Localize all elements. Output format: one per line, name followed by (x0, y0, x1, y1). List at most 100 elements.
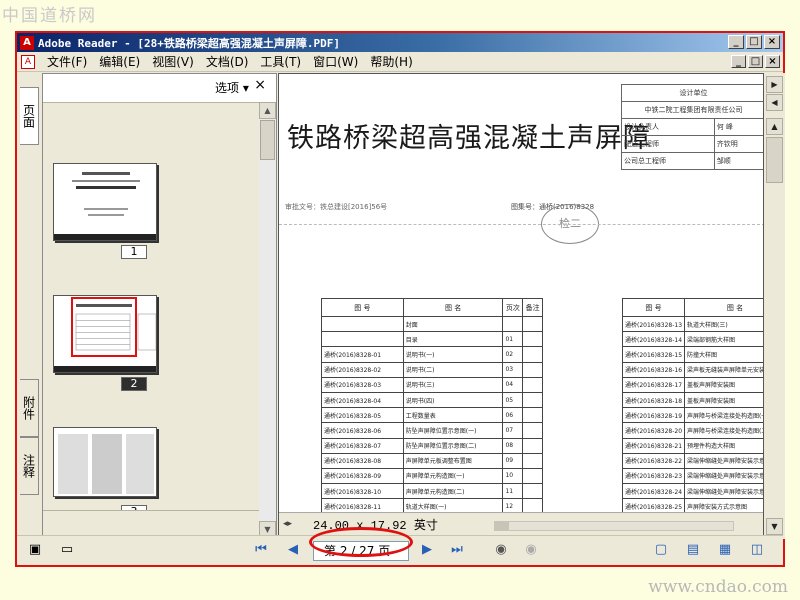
pdf-document-icon[interactable]: A (21, 54, 35, 69)
doc-close-button[interactable]: × (765, 55, 780, 68)
table-row: 通桥(2016)8328-15 防撞大样图 (621, 346, 763, 363)
table-row: 通桥(2016)8328-17 盖板声屏障安装图 (621, 376, 763, 393)
horizontal-scrollbar[interactable] (494, 521, 734, 531)
options-label: 选项 (215, 81, 240, 95)
go-forward-icon[interactable]: ◉ (523, 542, 539, 558)
table-cell (522, 315, 543, 333)
table-cell: 梁端部钢筋大样图 (684, 331, 763, 348)
table-cell: 06 (502, 407, 524, 424)
table-row: 通桥(2016)8328-02 说明书(二) 03 (321, 361, 543, 378)
table-cell: 通桥(2016)8328-06 (321, 422, 404, 439)
table-row: 通桥(2016)8328-01 说明书(一) 02 (321, 346, 543, 363)
table-cell (321, 315, 404, 333)
table-row: 目录 01 (321, 331, 543, 348)
go-back-icon[interactable]: ◉ (493, 542, 509, 558)
page-thumbnail-3[interactable] (53, 427, 157, 497)
monitor-icon[interactable]: ▣ (27, 542, 43, 558)
document-view[interactable]: 铁路桥梁超高强混凝土声屏障 设计单位 中铁二院工程集团有限责任公司 设计负责人何… (278, 73, 764, 539)
info-label-3: 公司总工程师 (621, 152, 715, 170)
tab-comments[interactable]: 注释 (20, 437, 39, 495)
menu-window[interactable]: 窗口(W) (307, 53, 364, 70)
thumbnail-scrollbar[interactable]: ▲ ▼ (259, 102, 276, 538)
document-vertical-scrollbar[interactable]: ▶ ◀ ▲ ▼ (764, 73, 785, 539)
table-cell: 通桥(2016)8328-02 (321, 361, 404, 378)
thumbnail-label-1[interactable]: 1 (121, 245, 147, 259)
document-scroll-thumb[interactable] (766, 137, 783, 183)
scroll-left-arrow-icon[interactable]: ◀ (766, 94, 783, 111)
scroll-down-arrow-icon[interactable]: ▼ (766, 518, 783, 535)
approval-number: 审批文号：铁总建设[2016]56号 (285, 203, 388, 211)
table-cell: 预埋件构造大样图 (684, 437, 763, 454)
table-row: 通桥(2016)8328-13 轨道大样图(三) (621, 315, 763, 333)
options-menu-button[interactable]: 选项 ▾ (215, 79, 249, 96)
scroll-thumb[interactable] (260, 120, 275, 160)
table-cell: 说明书(二) (402, 361, 504, 378)
table-cell: 说明书(四) (402, 391, 504, 409)
pdf-page: 铁路桥梁超高强混凝土声屏障 设计单位 中铁二院工程集团有限责任公司 设计负责人何… (279, 74, 763, 530)
minimize-button[interactable]: _ (728, 35, 744, 49)
tab-attachments[interactable]: 附件 (20, 379, 39, 437)
panel-header: 选项 ▾ × (43, 74, 276, 100)
table-row: 通桥(2016)8328-03 说明书(三) 04 (321, 376, 543, 393)
table-cell: 11 (502, 483, 524, 500)
col-drawing-no: 图 号 (321, 298, 404, 317)
continuous-view-icon[interactable]: ▤ (685, 542, 701, 558)
previous-page-icon[interactable]: ◀ (285, 542, 301, 558)
menu-file[interactable]: 文件(F) (41, 53, 93, 70)
menu-edit[interactable]: 编辑(E) (93, 53, 146, 70)
page-thumbnail-1[interactable] (53, 163, 157, 241)
table-cell (522, 467, 543, 485)
continuous-facing-view-icon[interactable]: ◫ (749, 542, 765, 558)
minimize-panel-icon[interactable]: ▭ (59, 542, 75, 558)
table-cell: 通桥(2016)8328-05 (321, 407, 404, 424)
thumbnail-label-2[interactable]: 2 (121, 377, 147, 391)
scroll-right-arrow-icon[interactable]: ▶ (766, 76, 783, 93)
table-row: 通桥(2016)8328-09 声屏障单元构造图(一) 10 (321, 467, 543, 485)
table-cell: 轨道大样图(三) (684, 315, 763, 333)
panel-footer (43, 510, 259, 538)
doc-minimize-button[interactable]: _ (731, 55, 746, 68)
table-cell: 通桥(2016)8328-20 (621, 422, 686, 439)
watermark-top: 中国道桥网 (2, 6, 97, 26)
next-page-icon[interactable]: ▶ (419, 542, 435, 558)
horizontal-scroll-thumb[interactable] (495, 522, 509, 530)
tab-pages[interactable]: 页面 (20, 87, 39, 145)
table-cell: 声屏障单元构造图(一) (402, 467, 504, 485)
menu-view[interactable]: 视图(V) (146, 53, 200, 70)
table-cell: 梁端伸缩缝处声屏障安装示意图(二) (684, 467, 763, 485)
table-cell (522, 407, 543, 424)
split-handle-icon[interactable]: ◂▸ (283, 519, 297, 533)
table-row: 通桥(2016)8328-04 说明书(四) 05 (321, 391, 543, 409)
table-cell: 通桥(2016)8328-21 (621, 437, 686, 454)
table-cell: 通桥(2016)8328-22 (621, 452, 686, 469)
close-button[interactable]: × (764, 35, 780, 49)
table-cell: 防坠声屏障位置示意图(一) (402, 422, 504, 439)
info-company: 中铁二院工程集团有限责任公司 (621, 101, 763, 119)
table-cell (522, 361, 543, 378)
table-cell: 通桥(2016)8328-08 (321, 452, 404, 469)
thumbnail-2-preview (54, 297, 156, 372)
first-page-icon[interactable]: ⏮ (253, 542, 269, 558)
info-label-2: 配送工程师 (621, 135, 715, 153)
title-bar[interactable]: A Adobe Reader - [28+铁路桥梁超高强混凝土声屏障.PDF] … (17, 33, 783, 52)
table-cell: 通桥(2016)8328-14 (621, 331, 686, 348)
scroll-up-arrow-icon[interactable]: ▲ (259, 102, 276, 119)
table-cell: 通桥(2016)8328-09 (321, 467, 404, 485)
scroll-up-arrow-icon[interactable]: ▲ (766, 118, 783, 135)
table-row: 封面 (321, 315, 543, 333)
facing-view-icon[interactable]: ▦ (717, 542, 733, 558)
last-page-icon[interactable]: ⏭ (449, 542, 465, 558)
menu-document[interactable]: 文档(D) (200, 53, 255, 70)
close-panel-icon[interactable]: × (254, 77, 266, 93)
table-cell: 通桥(2016)8328-17 (621, 376, 686, 393)
table-row: 通桥(2016)8328-07 防坠声屏障位置示意图(二) 08 (321, 437, 543, 454)
maximize-button[interactable]: □ (746, 35, 762, 49)
table-cell (522, 437, 543, 454)
doc-restore-button[interactable]: □ (748, 55, 763, 68)
table-cell: 通桥(2016)8328-19 (621, 407, 686, 424)
menu-help[interactable]: 帮助(H) (364, 53, 418, 70)
single-page-view-icon[interactable]: ▢ (653, 542, 669, 558)
page-thumbnail-2[interactable] (53, 295, 157, 373)
table-row: 通桥(2016)8328-24梁端伸缩缝处声屏障安装示意图(三) (621, 483, 763, 500)
menu-tools[interactable]: 工具(T) (254, 53, 307, 70)
